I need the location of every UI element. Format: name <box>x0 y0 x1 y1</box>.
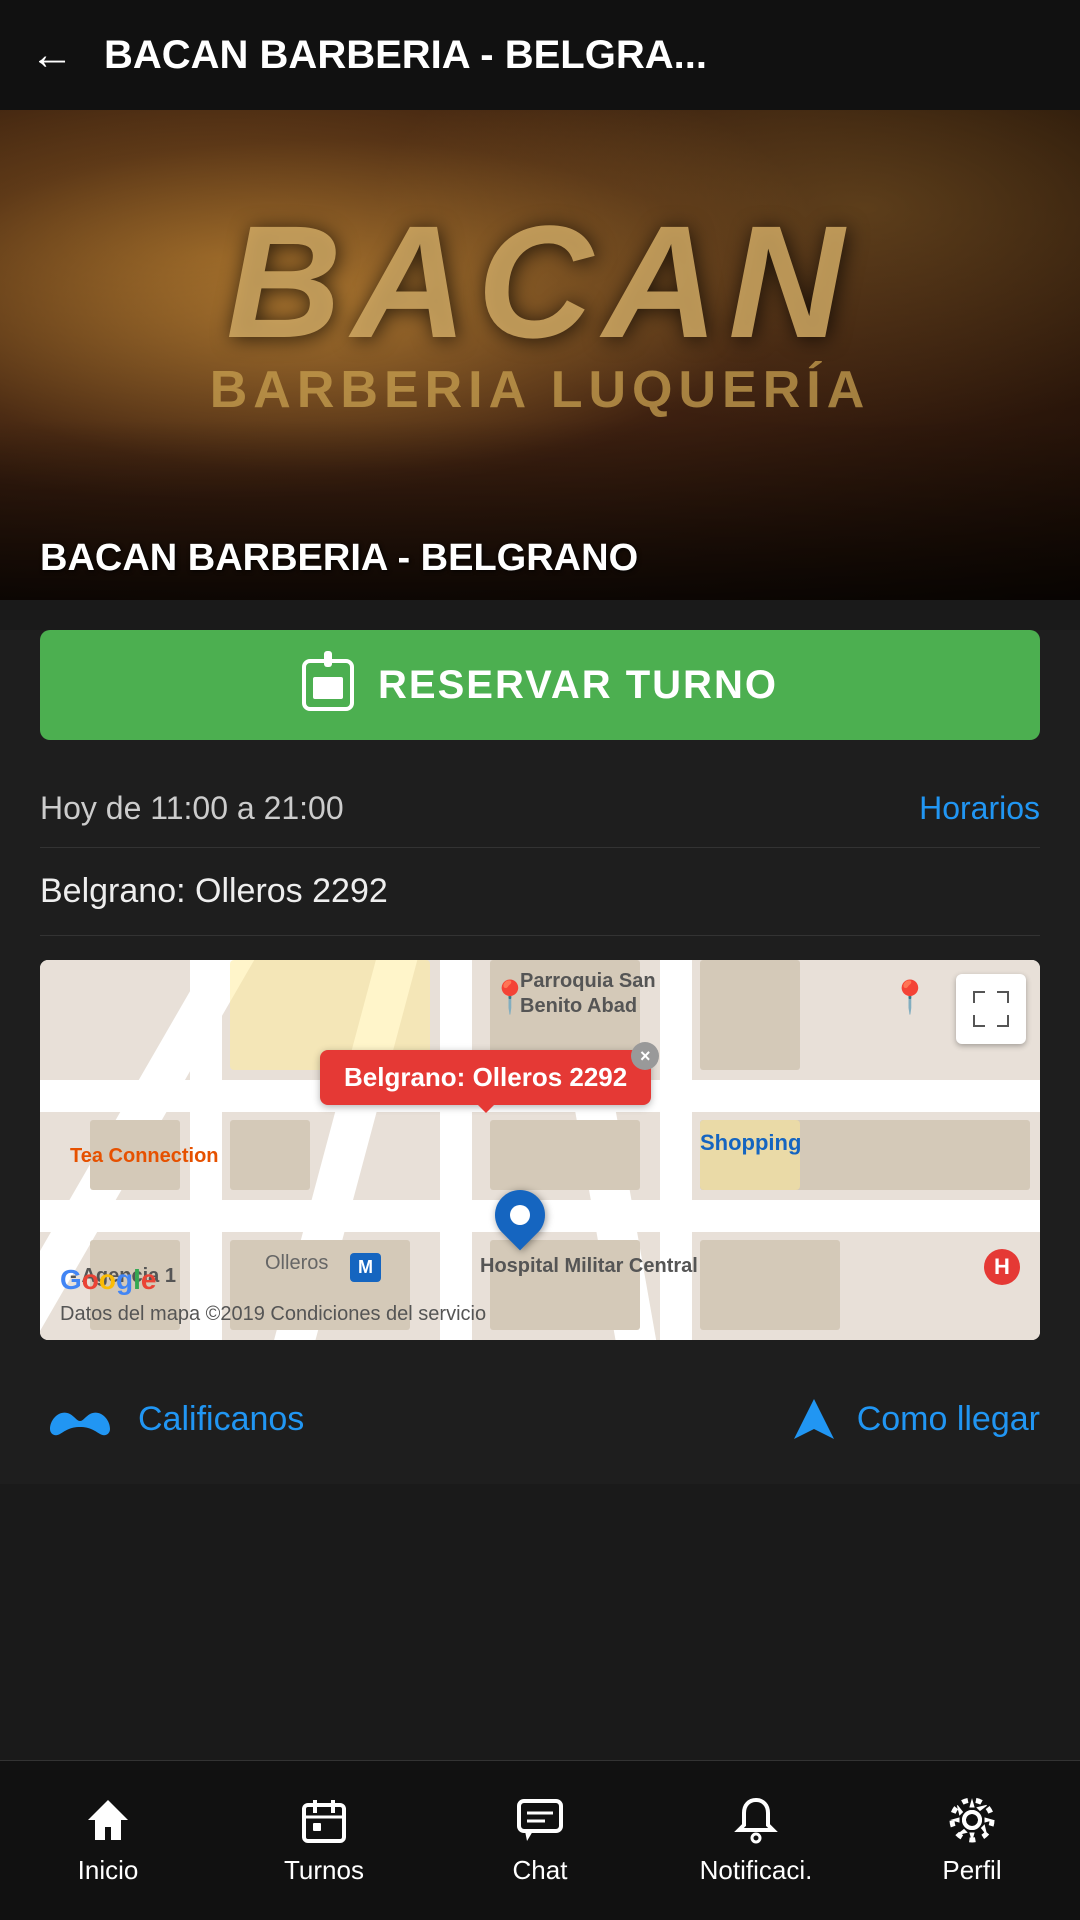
mustache-icon <box>40 1399 120 1439</box>
main-map-pin <box>495 1190 545 1240</box>
map-container[interactable]: Tea Connection - Agencia 1 Parroquia San… <box>40 960 1040 1340</box>
nav-item-chat[interactable]: Chat <box>432 1761 648 1920</box>
reserve-button[interactable]: RESERVAR TURNO <box>40 630 1040 740</box>
hero-big-text: BACAN <box>0 190 1080 374</box>
nav-item-perfil[interactable]: Perfil <box>864 1761 1080 1920</box>
nav-item-notificaciones[interactable]: Notificaci. <box>648 1761 864 1920</box>
rate-label: Calificanos <box>138 1400 304 1439</box>
header: ← BACAN BARBERIA - BELGRA... <box>0 0 1080 110</box>
reserve-button-label: RESERVAR TURNO <box>378 663 778 708</box>
map-label-tea: Tea Connection <box>70 1145 219 1168</box>
page-title: BACAN BARBERIA - BELGRA... <box>104 33 1050 78</box>
hospital-icon: H <box>984 1249 1020 1285</box>
hero-image: BACAN BARBERIA LUQUERÍA BACAN BARBERIA -… <box>0 110 1080 600</box>
hours-text: Hoy de 11:00 a 21:00 <box>40 790 344 827</box>
bottom-navigation: Inicio Turnos Chat Notificaci. <box>0 1760 1080 1920</box>
directions-link[interactable]: Como llegar <box>789 1394 1040 1444</box>
location-pin-2: 📍 <box>490 978 530 1016</box>
chat-icon <box>515 1795 565 1845</box>
nav-label-perfil: Perfil <box>942 1855 1001 1886</box>
hero-label: BACAN BARBERIA - BELGRANO <box>40 537 638 580</box>
map-tooltip-text: Belgrano: Olleros 2292 <box>344 1062 627 1092</box>
expand-icon <box>973 991 1009 1027</box>
map-label-benito: Benito Abad <box>520 995 637 1018</box>
back-button[interactable]: ← <box>30 30 74 80</box>
nav-item-inicio[interactable]: Inicio <box>0 1761 216 1920</box>
map-credits: Datos del mapa ©2019 Condiciones del ser… <box>60 1303 486 1326</box>
bottom-actions: Calificanos Como llegar <box>40 1364 1040 1484</box>
calendar-nav-icon <box>299 1795 349 1845</box>
map-label-shopping: Shopping <box>700 1130 801 1156</box>
nav-label-chat: Chat <box>513 1855 568 1886</box>
horarios-link[interactable]: Horarios <box>919 790 1040 827</box>
map-label-hospital: Hospital Militar Central <box>480 1255 698 1278</box>
address-text: Belgrano: Olleros 2292 <box>40 872 388 910</box>
nav-label-turnos: Turnos <box>284 1855 364 1886</box>
address-row: Belgrano: Olleros 2292 <box>40 848 1040 936</box>
directions-label: Como llegar <box>857 1400 1040 1439</box>
tooltip-close-button[interactable]: × <box>631 1042 659 1070</box>
map-tooltip: Belgrano: Olleros 2292 × <box>320 1050 651 1105</box>
nav-label-inicio: Inicio <box>78 1855 139 1886</box>
google-logo: Google <box>60 1264 156 1296</box>
bell-icon <box>731 1795 781 1845</box>
nav-label-notificaciones: Notificaci. <box>700 1855 813 1886</box>
hero-sub-text: BARBERIA LUQUERÍA <box>0 360 1080 420</box>
hours-row: Hoy de 11:00 a 21:00 Horarios <box>40 770 1040 848</box>
map-street-olleros: Olleros <box>265 1252 328 1275</box>
metro-icon: M <box>350 1253 381 1282</box>
calendar-icon <box>302 659 354 711</box>
rate-link[interactable]: Calificanos <box>40 1399 304 1439</box>
map-expand-button[interactable] <box>956 974 1026 1044</box>
location-pin-1: 📍 <box>890 978 930 1016</box>
nav-item-turnos[interactable]: Turnos <box>216 1761 432 1920</box>
directions-icon <box>789 1394 839 1444</box>
content-area: RESERVAR TURNO Hoy de 11:00 a 21:00 Hora… <box>0 630 1080 1484</box>
map-label-parroquia: Parroquia San <box>520 970 656 993</box>
home-icon <box>83 1795 133 1845</box>
gear-icon <box>947 1795 997 1845</box>
